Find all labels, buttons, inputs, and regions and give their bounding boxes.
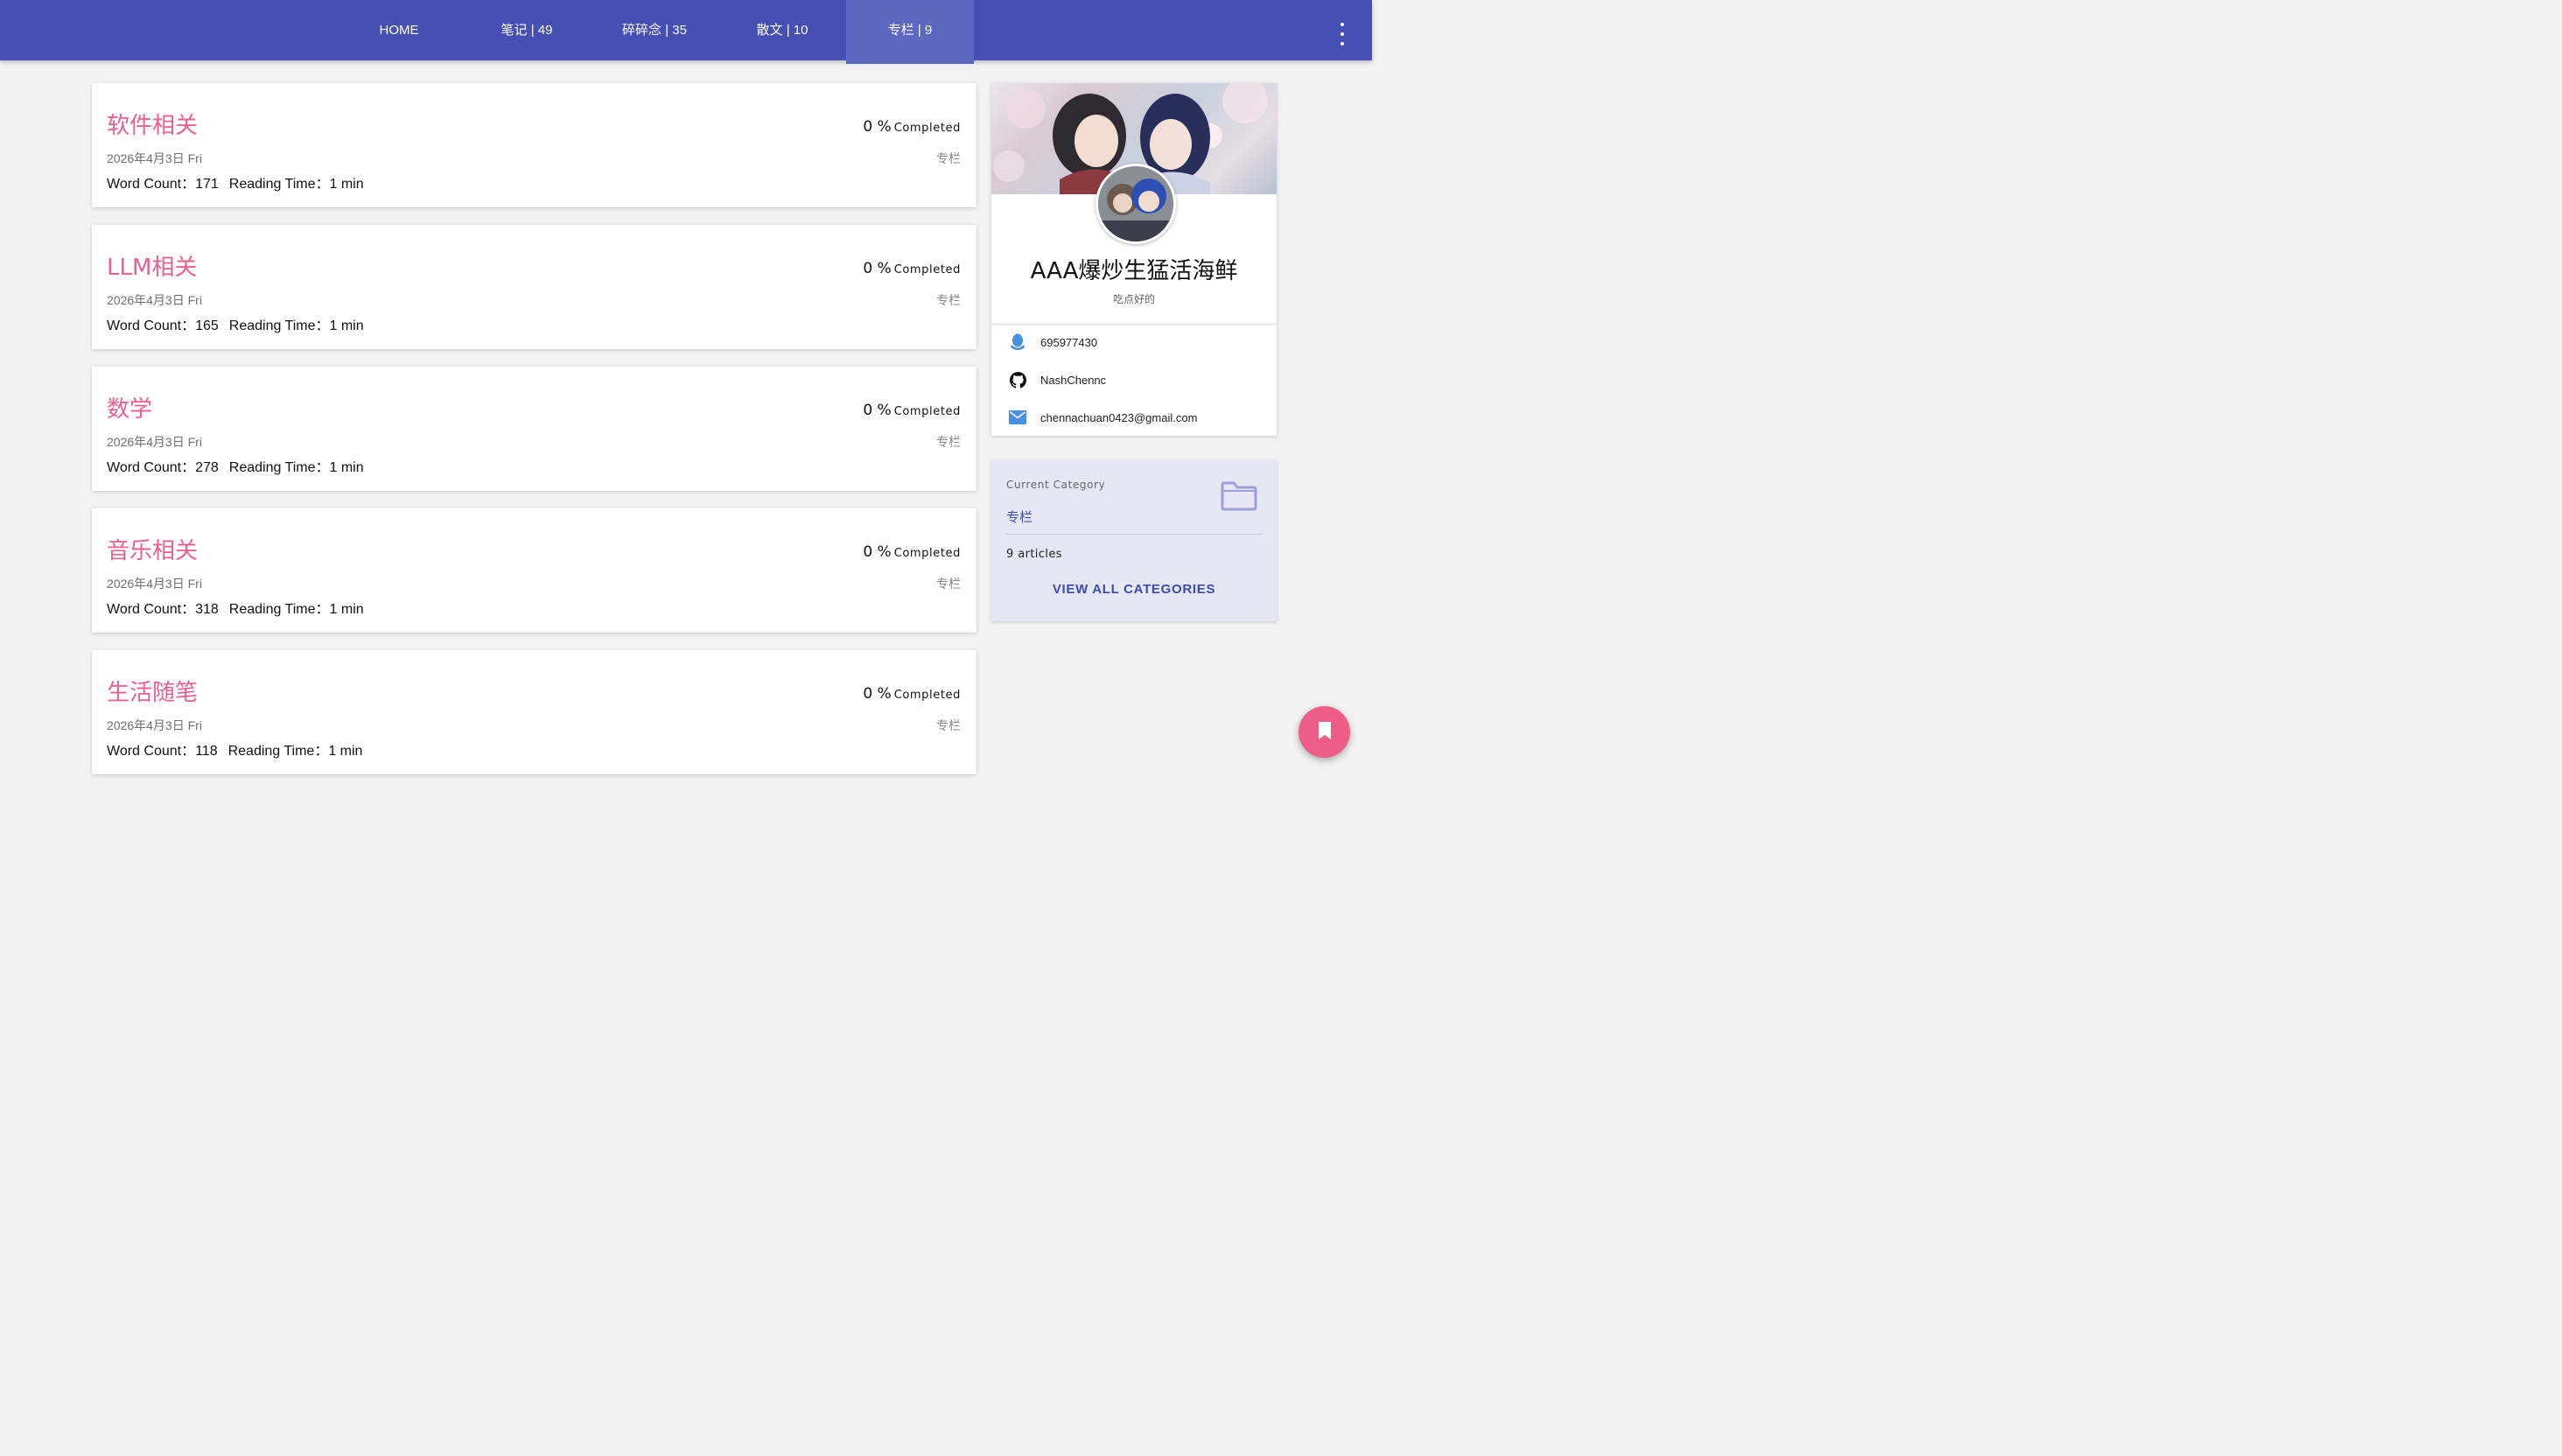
profile-motto: 吃点好的 [1112,293,1155,305]
progress-label: Completed [893,689,961,702]
profile-name: AAA爆炒生猛活海鲜 [1030,258,1238,284]
tab-murmurs[interactable]: 碎碎念 | 35 [591,0,718,60]
progress-label: Completed [893,547,961,560]
word-count: Word Count：165 [107,318,219,333]
progress-label: Completed [893,122,961,135]
tab-home[interactable]: HOME [335,0,463,60]
post-stats: Word Count：165 Reading Time：1 min [107,313,364,334]
post-list: 软件相关 2026年4月3日 Fri Word Count：171 Reading… [92,83,976,792]
post-date: 2026年4月3日 Fri [107,718,202,732]
bookmark-icon [1317,721,1333,744]
post-title[interactable]: 软件相关 [107,108,198,140]
view-all-categories-button[interactable]: VIEW ALL CATEGORIES [991,582,1277,597]
qq-icon [1009,333,1026,351]
read-progress: 0 % Completed [863,543,961,561]
contact-text: chennachuan0423@gmail.com [1040,410,1198,424]
reading-time: Reading Time：1 min [228,602,364,617]
progress-label: Completed [893,263,961,276]
profile-card: AAA爆炒生猛活海鲜 吃点好的 695977430 NashChennc che… [991,83,1277,436]
post-title[interactable]: 数学 [107,391,152,424]
post-card[interactable]: 数学 2026年4月3日 Fri Word Count：278 Reading T… [92,367,976,491]
divider [1006,534,1262,535]
post-category[interactable]: 专栏 [936,150,961,167]
more-vert-icon[interactable] [1332,16,1353,46]
post-stats: Word Count：171 Reading Time：1 min [107,172,364,192]
contact-email[interactable]: chennachuan0423@gmail.com [1009,408,1197,427]
top-app-bar: HOME 笔记 | 49 碎碎念 | 35 散文 | 10 专栏 | 9 [0,0,1372,64]
post-title[interactable]: 生活随笔 [107,675,198,707]
progress-value: 0 % [863,685,892,703]
progress-value: 0 % [863,118,892,136]
post-stats: Word Count：318 Reading Time：1 min [107,597,364,618]
contact-text: 695977430 [1040,335,1098,349]
tab-essays[interactable]: 散文 | 10 [718,0,846,60]
word-count: Word Count：171 [107,177,219,192]
tab-columns[interactable]: 专栏 | 9 [846,0,974,64]
progress-value: 0 % [863,402,892,419]
word-count: Word Count：318 [107,602,219,617]
post-category[interactable]: 专栏 [936,717,961,734]
post-stats: Word Count：118 Reading Time：1 min [107,738,362,760]
post-title[interactable]: LLM相关 [107,249,197,282]
post-category[interactable]: 专栏 [936,433,961,451]
read-progress: 0 % Completed [863,118,961,136]
reading-time: Reading Time：1 min [228,177,364,192]
post-date: 2026年4月3日 Fri [107,577,202,591]
post-date: 2026年4月3日 Fri [107,151,202,165]
contact-qq[interactable]: 695977430 [1009,332,1097,352]
read-progress: 0 % Completed [863,260,961,277]
post-stats: Word Count：278 Reading Time：1 min [107,455,364,476]
post-date: 2026年4月3日 Fri [107,435,202,449]
tab-notes[interactable]: 笔记 | 49 [463,0,591,60]
reading-time: Reading Time：1 min [228,744,363,759]
post-card[interactable]: LLM相关 2026年4月3日 Fri Word Count：165 Readin… [92,225,976,349]
bookmark-fab-button[interactable] [1298,706,1350,758]
post-date: 2026年4月3日 Fri [107,293,202,307]
reading-time: Reading Time：1 min [228,318,364,333]
contact-text: NashChennc [1040,373,1107,387]
current-category-card: Current Category 专栏 9 articles VIEW ALL … [991,460,1277,621]
read-progress: 0 % Completed [863,402,961,419]
reading-time: Reading Time：1 min [228,460,364,475]
avatar[interactable] [1096,164,1176,244]
category-label: Current Category [1006,479,1106,491]
progress-value: 0 % [863,260,892,277]
main-nav: HOME 笔记 | 49 碎碎念 | 35 散文 | 10 专栏 | 9 [335,0,974,64]
post-category[interactable]: 专栏 [936,291,961,309]
post-card[interactable]: 软件相关 2026年4月3日 Fri Word Count：171 Reading… [92,83,976,207]
word-count: Word Count：118 [107,744,218,759]
post-card[interactable]: 生活随笔 2026年4月3日 Fri Word Count：118 Reading… [92,650,976,774]
contact-github[interactable]: NashChennc [1009,370,1106,389]
category-name[interactable]: 专栏 [1006,508,1032,526]
post-title[interactable]: 音乐相关 [107,533,198,565]
github-icon [1009,371,1026,388]
folder-icon [1221,481,1257,514]
read-progress: 0 % Completed [863,685,961,703]
category-article-count: 9 articles [1006,548,1062,561]
post-category[interactable]: 专栏 [936,575,961,592]
post-card[interactable]: 音乐相关 2026年4月3日 Fri Word Count：318 Reading… [92,508,976,633]
progress-value: 0 % [863,543,892,561]
divider [991,324,1277,325]
mail-icon [1009,409,1026,426]
progress-label: Completed [893,405,961,418]
word-count: Word Count：278 [107,460,219,475]
